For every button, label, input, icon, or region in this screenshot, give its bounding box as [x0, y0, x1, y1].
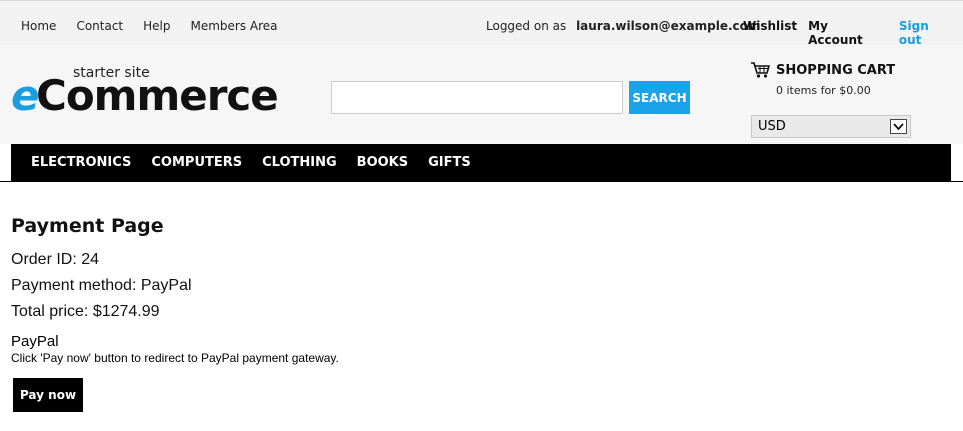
- category-electronics[interactable]: ELECTRONICS: [31, 155, 131, 170]
- cart-icon: [751, 62, 771, 78]
- nav-members-area-link[interactable]: Members Area: [190, 19, 277, 33]
- currency-select[interactable]: USD: [751, 115, 911, 138]
- category-books[interactable]: BOOKS: [357, 155, 408, 170]
- cart-title: SHOPPING CART: [751, 62, 951, 78]
- search-input[interactable]: [331, 81, 623, 114]
- sign-out-link[interactable]: Sign out: [899, 19, 952, 47]
- gateway-description: Click 'Pay now' button to redirect to Pa…: [11, 351, 339, 365]
- category-clothing[interactable]: CLOTHING: [262, 155, 337, 170]
- search-button[interactable]: SEARCH: [629, 81, 690, 114]
- category-computers[interactable]: COMPUTERS: [151, 155, 242, 170]
- top-nav: Home Contact Help Members Area: [21, 19, 298, 33]
- gateway-name: PayPal: [11, 333, 59, 350]
- payment-content: Payment Page Order ID: 24 Payment method…: [11, 215, 911, 412]
- user-email: laura.wilson@example.com: [576, 19, 761, 33]
- shopping-cart[interactable]: SHOPPING CART 0 items for $0.00: [751, 62, 951, 97]
- nav-contact-link[interactable]: Contact: [76, 19, 123, 33]
- wishlist-link[interactable]: Wishlist: [743, 19, 797, 47]
- logo-commerce: Commerce: [36, 71, 279, 120]
- nav-home-link[interactable]: Home: [21, 19, 56, 33]
- nav-help-link[interactable]: Help: [143, 19, 170, 33]
- currency-value: USD: [758, 119, 786, 134]
- cart-summary: 0 items for $0.00: [776, 84, 871, 97]
- page-title: Payment Page: [11, 215, 164, 237]
- my-account-link[interactable]: My Account: [808, 19, 882, 47]
- logged-label: Logged on as: [486, 19, 567, 33]
- top-bar: Home Contact Help Members Area Logged on…: [0, 0, 963, 47]
- chevron-down-icon: [890, 119, 907, 134]
- divider: [0, 181, 963, 182]
- site-logo[interactable]: starter site e Commerce: [11, 65, 279, 120]
- logged-in-status: Logged on as laura.wilson@example.com: [486, 19, 760, 33]
- total-price: Total price: $1274.99: [11, 303, 160, 320]
- order-id: Order ID: 24: [11, 251, 100, 268]
- site-header: starter site e Commerce SEARCH SHOPPING …: [0, 45, 963, 144]
- account-links: Wishlist My Account Sign out: [743, 19, 963, 47]
- pay-now-button[interactable]: Pay now: [13, 378, 83, 412]
- cart-title-label: SHOPPING CART: [776, 62, 896, 78]
- category-nav: ELECTRONICS COMPUTERS CLOTHING BOOKS GIF…: [11, 144, 951, 181]
- category-gifts[interactable]: GIFTS: [428, 155, 471, 170]
- payment-method: Payment method: PayPal: [11, 277, 192, 294]
